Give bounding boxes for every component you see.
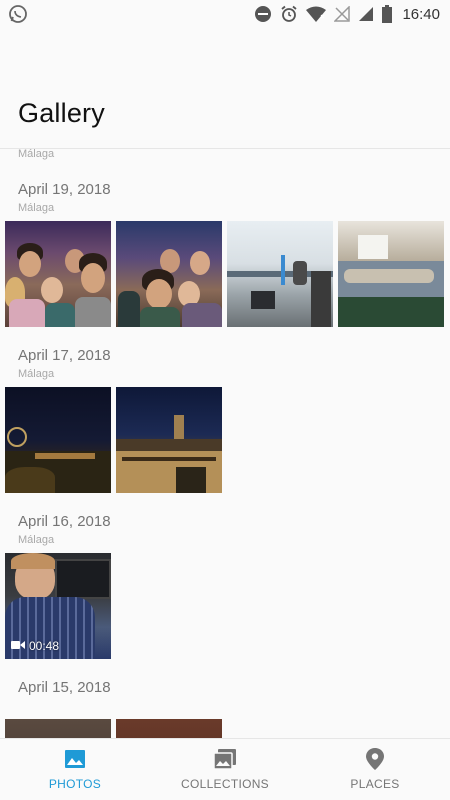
photo-thumbnail[interactable]: [227, 221, 333, 327]
video-badge: 00:48: [11, 639, 59, 653]
photo-timeline[interactable]: Málaga April 19, 2018 Málaga April 17, 2…: [0, 149, 450, 738]
photo-thumbnail[interactable]: [116, 387, 222, 493]
nav-label: PHOTOS: [48, 777, 102, 791]
photos-icon: [63, 747, 87, 771]
status-bar: 16:40: [0, 0, 450, 28]
bottom-navigation: PHOTOS COLLECTIONS PLACES: [0, 738, 450, 800]
nav-label: PLACES: [350, 777, 400, 791]
photo-thumbnail[interactable]: [5, 719, 111, 738]
whatsapp-icon: [8, 4, 28, 24]
section-date: April 16, 2018: [18, 513, 111, 530]
page-title: Gallery: [18, 98, 105, 128]
video-camera-icon: [11, 639, 25, 653]
section-place: Málaga: [18, 534, 55, 546]
section-date: April 17, 2018: [18, 347, 111, 364]
thumbnail-grid: [5, 221, 444, 327]
section-date: April 19, 2018: [18, 181, 111, 198]
photo-thumbnail[interactable]: [116, 221, 222, 327]
photo-thumbnail[interactable]: [5, 387, 111, 493]
photo-thumbnail[interactable]: [116, 719, 222, 738]
section-place: Málaga: [18, 368, 55, 380]
no-signal-icon: [334, 6, 351, 22]
section-place: Málaga: [18, 202, 55, 214]
nav-photos[interactable]: PHOTOS: [0, 739, 150, 800]
location-pin-icon: [365, 747, 385, 771]
section-place: Málaga: [18, 149, 55, 160]
nav-places[interactable]: PLACES: [300, 739, 450, 800]
alarm-icon: [280, 5, 298, 23]
do-not-disturb-icon: [254, 5, 272, 23]
photo-thumbnail[interactable]: [5, 221, 111, 327]
video-thumbnail[interactable]: 00:48: [5, 553, 111, 659]
status-time: 16:40: [402, 5, 440, 23]
nav-label: COLLECTIONS: [181, 777, 269, 791]
photo-thumbnail[interactable]: [338, 221, 444, 327]
cell-signal-icon: [358, 6, 374, 22]
section-date: April 15, 2018: [18, 679, 111, 696]
thumbnail-grid: [5, 387, 222, 493]
collections-icon: [212, 747, 238, 771]
nav-collections[interactable]: COLLECTIONS: [150, 739, 300, 800]
thumbnail-grid: [5, 719, 222, 738]
wifi-icon: [306, 6, 327, 22]
app-header: Gallery: [0, 28, 450, 148]
video-duration: 00:48: [29, 639, 60, 653]
thumbnail-grid: 00:48: [5, 553, 111, 659]
battery-icon: [382, 5, 393, 23]
